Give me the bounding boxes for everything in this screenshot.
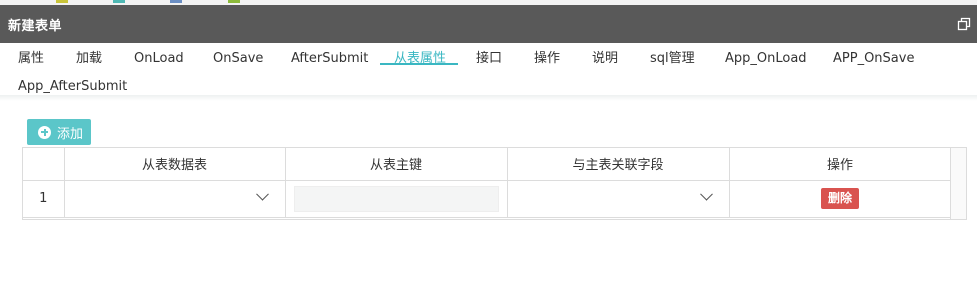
sub-table-select[interactable] bbox=[64, 180, 286, 218]
tab-sql-management[interactable]: sql管理 bbox=[650, 48, 695, 70]
grid-table: 从表数据表 从表主键 与主表关联字段 操作 1 删除 bbox=[23, 148, 952, 218]
tab-onload[interactable]: OnLoad bbox=[134, 48, 184, 70]
sub-key-cell bbox=[285, 180, 508, 218]
link-field-select[interactable] bbox=[507, 180, 730, 218]
tab-sub-table-properties[interactable]: 从表属性 bbox=[394, 48, 446, 70]
sub-key-input[interactable] bbox=[293, 185, 499, 212]
sub-table-grid: 从表数据表 从表主键 与主表关联字段 操作 1 删除 bbox=[22, 147, 967, 220]
background-chip bbox=[56, 0, 68, 3]
column-header-link-field: 与主表关联字段 bbox=[507, 148, 730, 181]
row-number: 1 bbox=[23, 180, 65, 218]
plus-circle-icon bbox=[38, 125, 51, 139]
active-tab-indicator bbox=[380, 63, 458, 65]
tab-description[interactable]: 说明 bbox=[592, 48, 618, 70]
tab-app-onsave[interactable]: APP_OnSave bbox=[833, 48, 914, 70]
grid-scrollbar-column[interactable] bbox=[950, 148, 966, 219]
tab-bar-shadow bbox=[0, 95, 977, 101]
column-header-sub-key: 从表主键 bbox=[285, 148, 508, 181]
row-number-header bbox=[23, 148, 65, 181]
add-row-label: 添加 bbox=[57, 126, 84, 142]
delete-row-button[interactable]: 删除 bbox=[821, 188, 859, 209]
add-row-button[interactable]: 添加 bbox=[27, 119, 91, 145]
tab-interface[interactable]: 接口 bbox=[476, 48, 502, 70]
tab-properties[interactable]: 属性 bbox=[18, 48, 44, 70]
tab-operations[interactable]: 操作 bbox=[534, 48, 560, 70]
column-header-sub-table: 从表数据表 bbox=[64, 148, 286, 181]
tab-onsave[interactable]: OnSave bbox=[213, 48, 263, 70]
dialog-titlebar[interactable]: 新建表单 bbox=[0, 5, 977, 43]
background-chip bbox=[113, 0, 125, 3]
chevron-down-icon[interactable] bbox=[699, 187, 713, 201]
tab-load[interactable]: 加载 bbox=[76, 48, 102, 70]
dialog-title: 新建表单 bbox=[8, 18, 63, 34]
background-chip bbox=[170, 0, 182, 3]
grid-header-row: 从表数据表 从表主键 与主表关联字段 操作 bbox=[23, 148, 952, 181]
restore-window-icon[interactable] bbox=[957, 17, 971, 31]
column-header-actions: 操作 bbox=[729, 148, 952, 181]
actions-cell: 删除 bbox=[729, 180, 952, 218]
tab-app-onload[interactable]: App_OnLoad bbox=[725, 48, 807, 70]
chevron-down-icon[interactable] bbox=[255, 187, 269, 201]
tab-bar: 属性 加载 OnLoad OnSave AfterSubmit 从表属性 接口 … bbox=[0, 43, 977, 99]
tab-aftersubmit[interactable]: AfterSubmit bbox=[291, 48, 368, 70]
table-row: 1 删除 bbox=[23, 180, 952, 218]
background-chip bbox=[228, 0, 240, 3]
